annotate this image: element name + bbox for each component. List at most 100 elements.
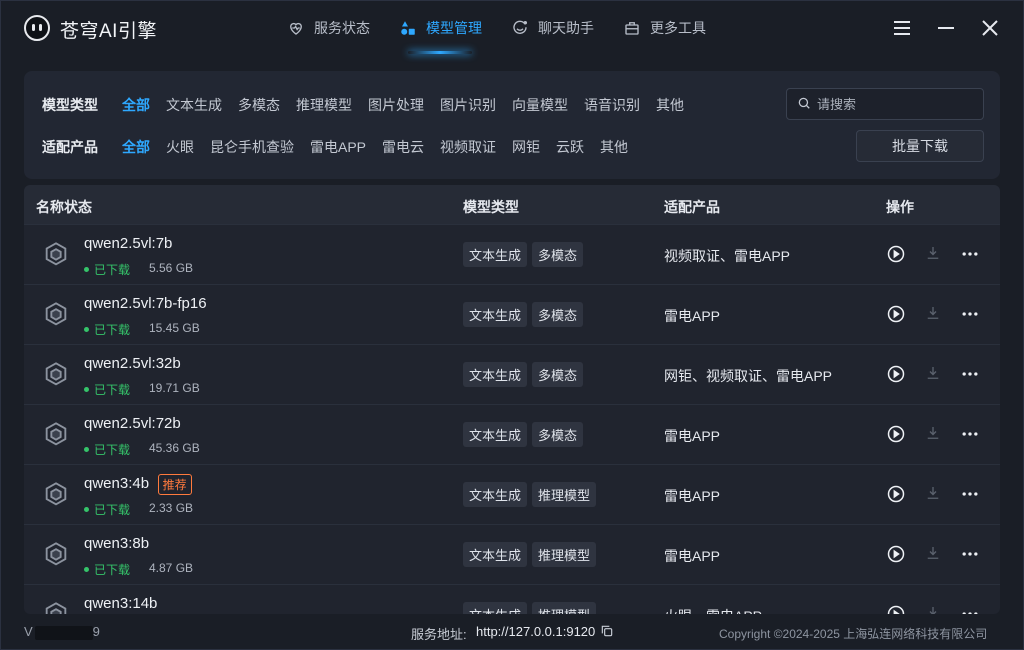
chip-type-image-rec[interactable]: 图片识别 bbox=[440, 95, 496, 115]
search-input[interactable] bbox=[817, 96, 967, 112]
model-type-filter: 模型类型 全部 文本生成 多模态 推理模型 图片处理 图片识别 向量模型 语音识… bbox=[42, 93, 700, 117]
table-body: qwen2.5vl:7b 已下载 5.56 GB 文本生成 多模态 视频取证、雷电APP q… bbox=[24, 224, 1000, 614]
play-icon[interactable] bbox=[886, 364, 906, 384]
status-dot-icon bbox=[84, 507, 89, 512]
more-options-icon[interactable] bbox=[960, 544, 980, 564]
chip-product-yunyue[interactable]: 云跃 bbox=[556, 137, 584, 157]
model-icon bbox=[42, 601, 70, 614]
chip-type-vector[interactable]: 向量模型 bbox=[512, 95, 568, 115]
chip-type-other[interactable]: 其他 bbox=[656, 95, 684, 115]
download-icon[interactable] bbox=[924, 244, 944, 264]
model-type-tag: 推理模型 bbox=[532, 542, 597, 567]
model-type-tag: 文本生成 bbox=[463, 302, 528, 327]
search-icon bbox=[797, 96, 811, 113]
download-icon[interactable] bbox=[924, 304, 944, 324]
compatible-products: 火眼、雷电APP bbox=[664, 606, 762, 614]
chip-type-image-proc[interactable]: 图片处理 bbox=[368, 95, 424, 115]
model-size: 45.36 GB bbox=[149, 441, 200, 455]
more-options-icon[interactable] bbox=[960, 364, 980, 384]
nav-label: 模型管理 bbox=[426, 20, 482, 36]
chip-product-huoyan[interactable]: 火眼 bbox=[166, 137, 194, 157]
chip-product-video[interactable]: 视频取证 bbox=[440, 137, 496, 157]
more-options-icon[interactable] bbox=[960, 484, 980, 504]
nav-model-management[interactable]: 模型管理 bbox=[398, 0, 482, 56]
model-name: qwen3:14b bbox=[84, 595, 158, 612]
model-size: 4.87 GB bbox=[149, 561, 194, 575]
model-type-tag: 多模态 bbox=[532, 242, 584, 267]
chip-product-all[interactable]: 全部 bbox=[122, 137, 150, 157]
app-logo-icon bbox=[24, 15, 50, 41]
product-filter: 适配产品 全部 火眼 昆仑手机查验 雷电APP 雷电云 视频取证 网钜 云跃 其… bbox=[42, 135, 644, 159]
model-type-tags: 文本生成推理模型 bbox=[463, 542, 601, 567]
play-icon[interactable] bbox=[886, 424, 906, 444]
nav-label: 聊天助手 bbox=[538, 20, 594, 36]
more-options-icon[interactable] bbox=[960, 424, 980, 444]
download-icon[interactable] bbox=[924, 484, 944, 504]
chip-product-leidian-app[interactable]: 雷电APP bbox=[310, 137, 366, 157]
chip-product-other[interactable]: 其他 bbox=[600, 137, 628, 157]
hamburger-menu-icon[interactable] bbox=[890, 16, 914, 40]
chip-type-reasoning[interactable]: 推理模型 bbox=[296, 95, 352, 115]
play-icon[interactable] bbox=[886, 244, 906, 264]
model-icon bbox=[42, 481, 70, 509]
model-type-label: 模型类型 bbox=[42, 97, 98, 113]
main-nav: 服务状态 模型管理 聊天助手 更多工具 bbox=[286, 0, 734, 58]
nav-more-tools[interactable]: 更多工具 bbox=[622, 0, 706, 56]
status-text: 已下载 bbox=[94, 503, 131, 517]
model-name: qwen2.5vl:32b bbox=[84, 355, 181, 372]
download-status: 已下载 bbox=[84, 321, 130, 338]
model-size: 5.56 GB bbox=[149, 261, 194, 275]
chip-product-leidian-cloud[interactable]: 雷电云 bbox=[382, 137, 424, 157]
model-icon bbox=[42, 541, 70, 569]
chip-type-multimodal[interactable]: 多模态 bbox=[238, 95, 280, 115]
download-icon[interactable] bbox=[924, 604, 944, 614]
table-row: qwen2.5vl:7b 已下载 5.56 GB 文本生成 多模态 视频取证、雷电APP bbox=[24, 224, 1000, 284]
play-icon[interactable] bbox=[886, 604, 906, 614]
product-label: 适配产品 bbox=[42, 139, 98, 155]
model-name: qwen2.5vl:7b-fp16 bbox=[84, 295, 207, 312]
nav-chat-assistant[interactable]: 聊天助手 bbox=[510, 0, 594, 56]
header-products: 适配产品 bbox=[664, 199, 720, 215]
play-icon[interactable] bbox=[886, 304, 906, 324]
play-icon[interactable] bbox=[886, 484, 906, 504]
model-type-tag: 推理模型 bbox=[532, 602, 597, 614]
chip-product-wangju[interactable]: 网钜 bbox=[512, 137, 540, 157]
model-icon bbox=[42, 361, 70, 389]
model-type-tags: 文本生成推理模型 bbox=[463, 602, 601, 614]
model-type-tag: 推理模型 bbox=[532, 482, 597, 507]
chip-product-kunlun[interactable]: 昆仑手机查验 bbox=[210, 137, 294, 157]
status-dot-icon bbox=[84, 267, 89, 272]
more-options-icon[interactable] bbox=[960, 604, 980, 614]
minimize-icon[interactable] bbox=[934, 16, 958, 40]
shapes-icon bbox=[398, 18, 418, 38]
model-type-tag: 文本生成 bbox=[463, 482, 528, 507]
download-icon[interactable] bbox=[924, 424, 944, 444]
footer: V9 服务地址: http://127.0.0.1:9120 Copyright… bbox=[0, 614, 1024, 650]
table-row: qwen2.5vl:32b 已下载 19.71 GB 文本生成 多模态 网钜、视频取证、雷… bbox=[24, 344, 1000, 404]
status-text: 已下载 bbox=[94, 443, 131, 457]
more-options-icon[interactable] bbox=[960, 244, 980, 264]
model-type-tag: 文本生成 bbox=[463, 362, 528, 387]
status-text: 已下载 bbox=[94, 563, 131, 577]
model-type-tag: 多模态 bbox=[532, 422, 584, 447]
copy-icon[interactable] bbox=[600, 624, 614, 638]
table-row: qwen3:14b 文本生成推理模型 火眼、雷电APP bbox=[24, 584, 1000, 614]
batch-download-button[interactable]: 批量下载 bbox=[856, 130, 984, 162]
status-text: 已下载 bbox=[94, 383, 131, 397]
version-suffix: 9 bbox=[92, 624, 100, 639]
status-text: 已下载 bbox=[94, 323, 131, 337]
close-icon[interactable] bbox=[978, 16, 1002, 40]
download-icon[interactable] bbox=[924, 364, 944, 384]
download-icon[interactable] bbox=[924, 544, 944, 564]
nav-service-status[interactable]: 服务状态 bbox=[286, 0, 370, 56]
download-status: 已下载 bbox=[84, 501, 130, 518]
more-options-icon[interactable] bbox=[960, 304, 980, 324]
chip-type-speech[interactable]: 语音识别 bbox=[584, 95, 640, 115]
play-icon[interactable] bbox=[886, 544, 906, 564]
chip-type-all[interactable]: 全部 bbox=[122, 95, 150, 115]
status-text: 已下载 bbox=[94, 263, 131, 277]
chip-type-text-gen[interactable]: 文本生成 bbox=[166, 95, 222, 115]
model-type-tag: 文本生成 bbox=[463, 602, 528, 614]
redacted-version bbox=[34, 625, 93, 640]
header-actions: 操作 bbox=[886, 199, 914, 215]
